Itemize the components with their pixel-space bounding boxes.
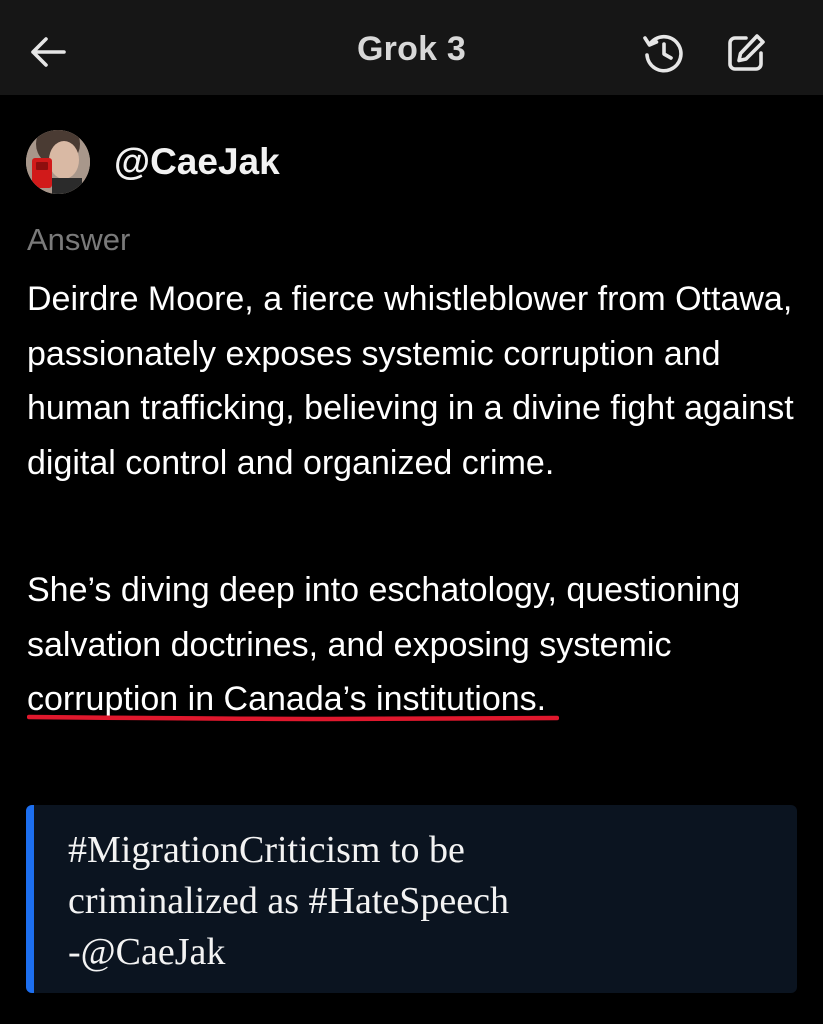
red-underline-annotation — [27, 714, 559, 722]
history-button[interactable] — [640, 29, 688, 77]
answer-label: Answer — [27, 222, 131, 257]
top-bar: Grok 3 — [0, 0, 823, 95]
quote-block: #MigrationCriticism to be criminalized as… — [26, 805, 797, 993]
avatar[interactable] — [26, 130, 90, 194]
quote-accent-bar — [26, 805, 34, 993]
avatar-image — [26, 130, 90, 194]
quote-text: #MigrationCriticism to be criminalized as… — [68, 825, 768, 978]
history-icon — [643, 34, 683, 73]
user-row[interactable]: @CaeJak — [26, 130, 280, 194]
answer-paragraph-1: Deirdre Moore, a fierce whistleblower fr… — [27, 280, 794, 482]
username[interactable]: @CaeJak — [114, 141, 280, 183]
compose-button[interactable] — [722, 29, 770, 77]
answer-paragraph-2: She’s diving deep into eschatology, ques… — [27, 563, 807, 727]
page-title: Grok 3 — [357, 30, 466, 68]
edit-icon — [728, 34, 765, 71]
quote-line-2: criminalized as #HateSpeech — [68, 880, 510, 922]
quote-line-3: -@CaeJak — [68, 931, 226, 973]
quote-line-1: #MigrationCriticism to be — [68, 829, 465, 871]
